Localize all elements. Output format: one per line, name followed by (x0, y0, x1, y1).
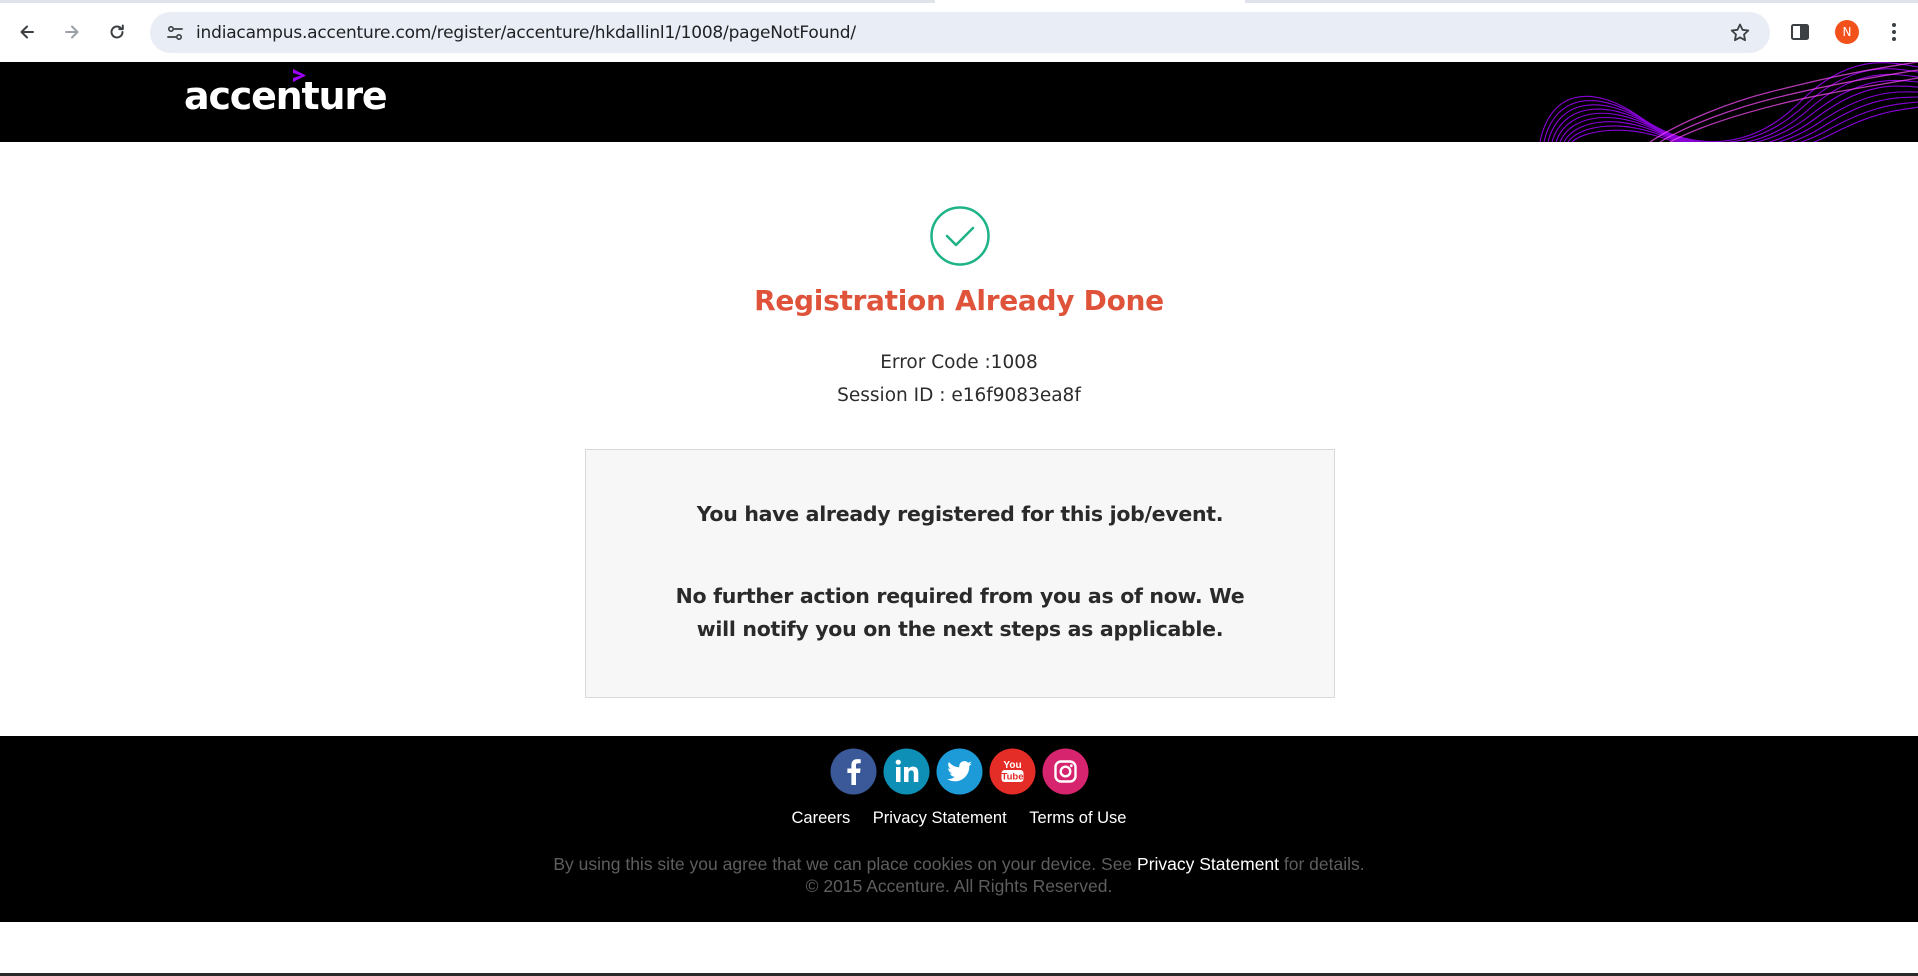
forward-button[interactable] (54, 14, 90, 50)
browser-toolbar: indiacampus.accenture.com/register/accen… (0, 0, 1918, 62)
svg-text:You: You (1003, 760, 1021, 771)
footer-link-terms[interactable]: Terms of Use (1029, 809, 1126, 827)
tab-strip-edge (0, 0, 1918, 3)
social-links: You Tube (830, 748, 1090, 796)
more-vert-icon[interactable] (1880, 18, 1908, 46)
profile-avatar[interactable]: N (1835, 20, 1859, 44)
linkedin-icon[interactable] (883, 748, 930, 795)
cookie-privacy-link[interactable]: Privacy Statement (1137, 854, 1279, 874)
svg-text:Tube: Tube (1002, 772, 1024, 783)
site-settings-icon[interactable] (164, 22, 186, 44)
message-box: You have already registered for this job… (585, 449, 1335, 698)
back-arrow-icon (20, 25, 34, 39)
error-code: Error Code :1008 (880, 352, 1038, 373)
back-button[interactable] (9, 14, 45, 50)
instagram-icon[interactable] (1042, 748, 1089, 795)
cookie-text-suffix: for details. (1279, 854, 1365, 874)
accenture-logo[interactable]: accenture (184, 69, 388, 118)
youtube-icon[interactable]: You Tube (989, 748, 1036, 795)
url-text[interactable]: indiacampus.accenture.com/register/accen… (196, 23, 856, 43)
page-title: Registration Already Done (754, 284, 1164, 317)
cookie-notice: By using this site you agree that we can… (0, 854, 1918, 875)
check-circle-icon (930, 206, 990, 266)
star-icon[interactable] (1728, 21, 1752, 45)
twitter-icon[interactable] (936, 748, 983, 795)
brand-chevron-icon (293, 69, 306, 82)
reload-button[interactable] (99, 14, 135, 50)
decorative-waves (1539, 62, 1918, 142)
facebook-icon[interactable] (830, 748, 877, 795)
forward-arrow-icon (65, 25, 79, 39)
footer-links: Careers Privacy Statement Terms of Use (0, 809, 1918, 828)
message-already-registered: You have already registered for this job… (696, 502, 1224, 526)
main-content: Registration Already Done Error Code :10… (0, 142, 1918, 736)
session-id: Session ID : e16f9083ea8f (837, 385, 1081, 406)
footer-link-careers[interactable]: Careers (792, 809, 851, 827)
reload-icon (110, 24, 124, 39)
copyright: © 2015 Accenture. All Rights Reserved. (805, 876, 1113, 896)
brand-name: accenture (184, 74, 388, 118)
side-panel-icon[interactable] (1786, 18, 1814, 46)
address-bar[interactable]: indiacampus.accenture.com/register/accen… (150, 12, 1770, 53)
site-header: accenture (0, 62, 1918, 142)
cookie-text-prefix: By using this site you agree that we can… (553, 854, 1138, 874)
message-next-steps: No further action required from you as o… (675, 584, 1245, 641)
site-footer: You Tube Careers Privacy Statement Terms … (0, 736, 1918, 922)
footer-link-privacy[interactable]: Privacy Statement (873, 809, 1007, 827)
